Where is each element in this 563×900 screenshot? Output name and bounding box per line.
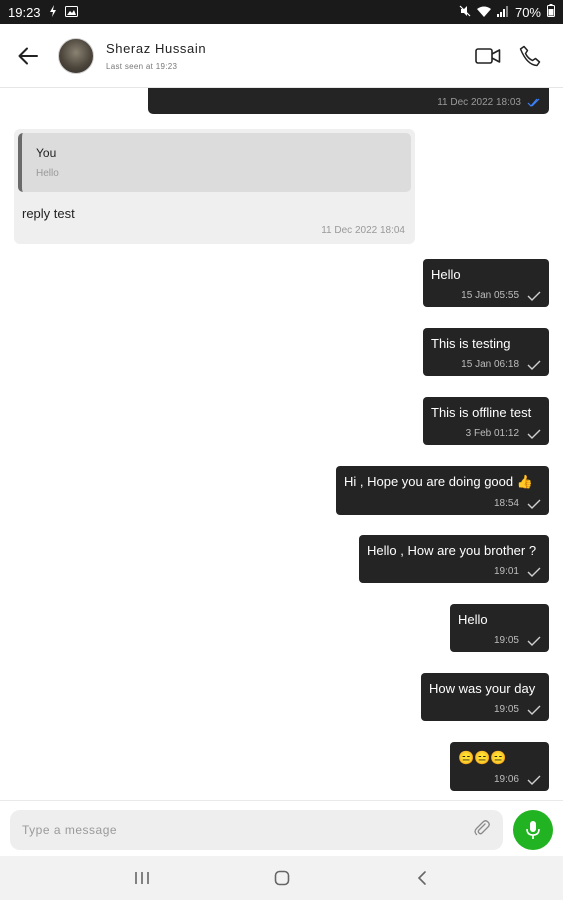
message-text: This is offline test — [431, 405, 532, 420]
message-time: 19:05 — [493, 704, 519, 715]
home-button[interactable] — [262, 858, 302, 898]
message-text: How was your day — [429, 681, 536, 696]
charging-icon — [49, 4, 57, 20]
contact-info[interactable]: Sheraz Hussain Last seen at 19:23 — [106, 41, 206, 71]
recent-apps-icon — [134, 872, 149, 884]
status-time: 19:23 — [8, 4, 41, 20]
chat-header: Sheraz Hussain Last seen at 19:23 — [0, 24, 563, 88]
status-bar: 19:23 70% — [0, 0, 563, 24]
chat-screen: 19:23 70% Sheraz Hussain Last seen at 19… — [0, 0, 563, 900]
chevron-left-icon — [417, 871, 426, 885]
message-time: 3 Feb 01:12 — [465, 428, 519, 439]
message-time: 19:06 — [493, 774, 519, 785]
system-back-button[interactable] — [402, 858, 442, 898]
signal-icon — [496, 5, 509, 20]
message-text: reply test — [22, 206, 75, 221]
video-call-button[interactable] — [475, 47, 501, 65]
message-time: 19:05 — [493, 635, 519, 646]
system-navigation-bar — [0, 856, 563, 900]
message-bubble-outgoing[interactable]: This is testing 15 Jan 06:18 — [423, 328, 549, 376]
check-icon — [527, 636, 541, 646]
message-time: 18:54 — [493, 498, 519, 509]
arrow-left-icon — [18, 47, 38, 64]
check-icon — [527, 775, 541, 785]
message-text: Hi , Hope you are doing good 👍 — [344, 474, 533, 489]
message-bubble-outgoing[interactable]: How was your day 19:05 — [421, 673, 549, 721]
contact-name: Sheraz Hussain — [106, 40, 207, 56]
gallery-notification-icon — [64, 5, 78, 20]
last-seen-status: Last seen at 19:23 — [106, 61, 178, 71]
contact-avatar[interactable] — [58, 37, 94, 74]
message-text: 😑😑😑 — [458, 750, 507, 765]
message-composer — [0, 800, 563, 856]
message-time: 11 Dec 2022 18:04 — [321, 225, 405, 236]
message-bubble-outgoing[interactable]: Hi , Hope you are doing good 👍 18:54 — [336, 466, 549, 515]
message-list[interactable]: 11 Dec 2022 18:03 You Hello reply test 1… — [0, 88, 563, 800]
message-time: 11 Dec 2022 18:03 — [437, 97, 521, 108]
message-bubble-incoming[interactable]: You Hello reply test 11 Dec 2022 18:04 — [14, 129, 415, 244]
check-icon — [527, 499, 541, 509]
battery-percent: 70% — [514, 4, 541, 20]
quoted-reply[interactable]: You Hello — [18, 133, 411, 192]
message-input-container[interactable] — [10, 810, 503, 850]
check-icon — [527, 567, 541, 577]
message-text: Hello — [431, 267, 461, 282]
voice-record-button[interactable] — [513, 810, 553, 850]
message-time: 15 Jan 05:55 — [461, 290, 519, 301]
microphone-icon — [526, 821, 540, 839]
check-icon — [527, 360, 541, 370]
message-bubble-outgoing-partial[interactable]: 11 Dec 2022 18:03 — [148, 88, 549, 114]
check-icon — [527, 291, 541, 301]
video-camera-icon — [475, 47, 501, 64]
voice-call-button[interactable] — [519, 45, 541, 67]
quoted-text: Hello — [36, 168, 59, 179]
paperclip-icon — [474, 819, 490, 835]
message-bubble-outgoing[interactable]: Hello , How are you brother ? 19:01 — [359, 535, 549, 583]
home-icon — [274, 870, 289, 886]
double-check-read-icon — [527, 98, 540, 107]
recent-apps-button[interactable] — [122, 858, 162, 898]
message-time: 19:01 — [493, 566, 519, 577]
message-bubble-outgoing[interactable]: This is offline test 3 Feb 01:12 — [423, 397, 549, 445]
message-bubble-outgoing[interactable]: 😑😑😑 19:06 — [450, 742, 549, 791]
message-bubble-outgoing[interactable]: Hello 15 Jan 05:55 — [423, 259, 549, 307]
back-button[interactable] — [0, 24, 56, 88]
mute-icon — [459, 5, 471, 20]
check-icon — [527, 429, 541, 439]
message-text: Hello — [458, 612, 488, 627]
message-bubble-outgoing[interactable]: Hello 19:05 — [450, 604, 549, 652]
quoted-author: You — [36, 146, 57, 160]
phone-icon — [519, 45, 541, 66]
message-text: Hello , How are you brother ? — [367, 543, 537, 558]
message-text: This is testing — [431, 336, 511, 351]
attachment-button[interactable] — [473, 819, 491, 842]
message-input[interactable] — [22, 823, 473, 837]
battery-icon — [547, 4, 555, 20]
check-icon — [527, 705, 541, 715]
wifi-icon — [476, 5, 491, 20]
message-time: 15 Jan 06:18 — [461, 359, 519, 370]
